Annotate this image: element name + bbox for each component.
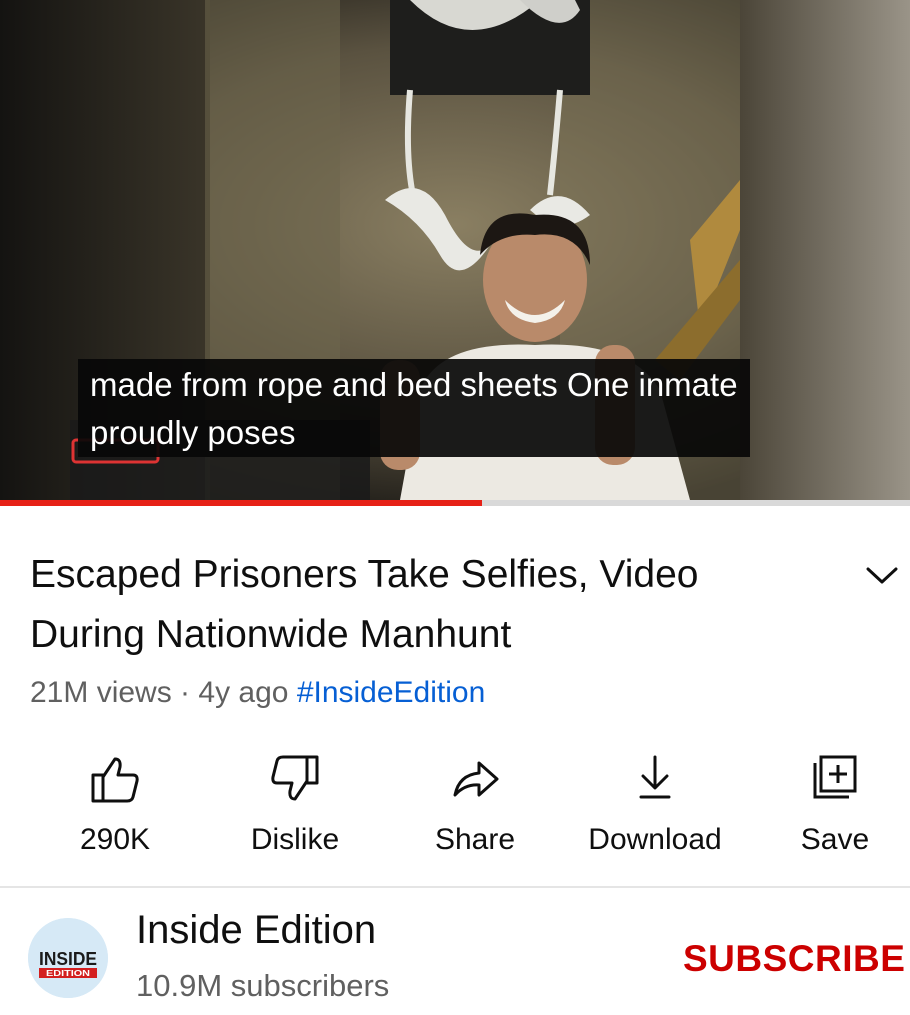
download-label: Download [588,823,722,856]
save-button[interactable]: Save [745,745,910,865]
share-button[interactable]: Share [385,745,565,865]
svg-text:EDITION: EDITION [46,969,90,978]
dislike-label: Dislike [250,823,340,856]
like-button[interactable]: 290K [25,745,205,865]
subscribe-button[interactable]: SUBSCRIBE [683,938,905,980]
meta-separator: · [171,676,199,709]
expand-description-button[interactable] [862,560,902,590]
chevron-down-icon [866,567,898,584]
video-player[interactable]: made from rope and bed sheets One inmate… [0,0,910,500]
channel-avatar[interactable]: INSIDE EDITION [28,918,108,998]
like-count: 290K [79,823,151,856]
svg-text:INSIDE: INSIDE [39,949,97,969]
closed-caption: made from rope and bed sheets One inmate… [78,359,750,457]
share-arrow-icon [453,761,499,797]
view-count: 21M views [30,676,172,709]
caption-line-1: made from rope and bed sheets One inmate [90,366,738,403]
inside-edition-logo: INSIDE EDITION [28,918,108,998]
channel-row: INSIDE EDITION Inside Edition 10.9M subs… [0,900,910,1015]
section-divider [0,886,910,888]
hashtag-link[interactable]: #InsideEdition [297,676,485,709]
channel-name[interactable]: Inside Edition [136,908,376,953]
playlist-add-icon [813,755,857,799]
download-icon [639,755,671,799]
dislike-button[interactable]: Dislike [205,745,385,865]
progress-fill [0,500,483,506]
video-title-row[interactable]: Escaped Prisoners Take Selfies, Video Du… [30,545,820,665]
subscriber-count: 10.9M subscribers [136,968,390,1003]
save-label: Save [800,823,870,856]
thumbs-up-icon [91,757,139,803]
download-button[interactable]: Download [565,745,745,865]
share-label: Share [434,823,516,856]
thumbs-down-icon [271,755,319,801]
video-meta: 21M views · 4y ago #InsideEdition [30,676,485,710]
caption-line-2: proudly poses [90,414,296,451]
upload-age: 4y ago [198,676,289,709]
video-progress-bar[interactable] [0,500,910,506]
video-title: Escaped Prisoners Take Selfies, Video Du… [30,553,699,656]
action-bar: 290K Dislike Share Download Save [0,745,910,865]
